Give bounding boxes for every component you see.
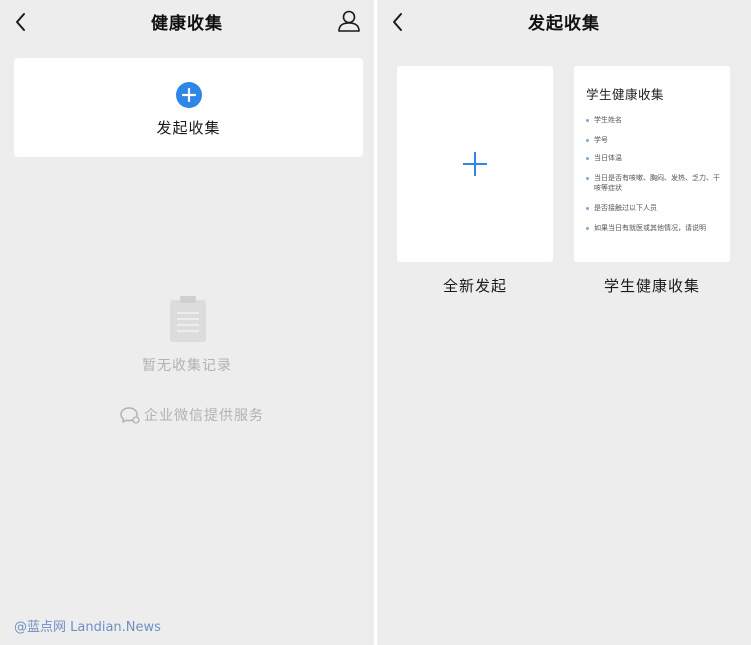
template-title: 学生健康收集 [586,87,665,102]
provider-note: 企业微信提供服务 [119,405,264,425]
header: 发起收集 [377,0,751,42]
plus-circle-icon [176,82,202,108]
health-collect-screen: 健康收集 发起收集 暂无收集记录 企业微信提供服务 @蓝点网 Landian.N… [0,0,374,645]
provider-text: 企业微信提供服务 [144,408,264,424]
empty-state-text: 暂无收集记录 [142,358,232,374]
plus-icon [463,152,487,176]
user-button[interactable] [336,8,362,34]
template-field: 学号 [586,136,724,146]
template-field: 学生姓名 [586,116,724,126]
watermark: @蓝点网 Landian.News [14,620,161,635]
template-field: 如果当日有就医或其他情况，请说明 [586,224,724,234]
template-field: 当日是否有咳嗽、胸闷、发热、乏力、干咳等症状 [586,174,724,193]
start-collect-card[interactable]: 发起收集 [14,58,363,157]
page-title: 发起收集 [528,14,600,34]
template-field: 是否接触过以下人员 [586,204,724,214]
chat-bubble-icon [120,407,140,424]
template-field: 当日体温 [586,154,724,164]
start-collect-label: 发起收集 [156,119,221,137]
clipboard-icon [170,296,206,342]
page-title: 健康收集 [151,14,223,34]
start-collect-screen: 发起收集 学生健康收集 学生姓名 学号 当日体温 当日是否有咳嗽、胸闷、发热、乏… [377,0,751,645]
new-collect-label: 全新发起 [442,277,507,295]
student-template-label: 学生健康收集 [603,277,700,295]
person-icon [338,10,360,32]
header: 健康收集 [0,0,374,42]
new-collect-card[interactable] [397,66,553,262]
student-health-template-card[interactable]: 学生健康收集 学生姓名 学号 当日体温 当日是否有咳嗽、胸闷、发热、乏力、干咳等… [574,66,730,262]
